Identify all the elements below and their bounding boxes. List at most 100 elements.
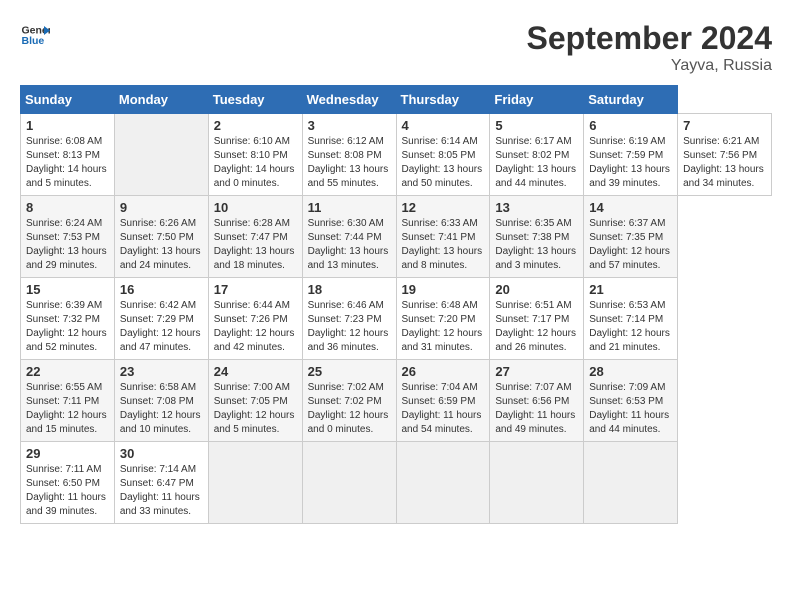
calendar-row: 1 Sunrise: 6:08 AMSunset: 8:13 PMDayligh… — [21, 114, 772, 196]
title-block: September 2024 Yayva, Russia — [527, 20, 772, 75]
day-number: 12 — [402, 200, 485, 215]
location: Yayva, Russia — [527, 57, 772, 75]
day-number: 16 — [120, 282, 203, 297]
col-sunday: Sunday — [21, 86, 115, 114]
table-row: 2 Sunrise: 6:10 AMSunset: 8:10 PMDayligh… — [208, 114, 302, 196]
col-thursday: Thursday — [396, 86, 490, 114]
day-detail: Sunrise: 6:21 AMSunset: 7:56 PMDaylight:… — [683, 135, 766, 191]
calendar-table: Sunday Monday Tuesday Wednesday Thursday… — [20, 85, 772, 524]
calendar-row: 22 Sunrise: 6:55 AMSunset: 7:11 PMDaylig… — [21, 360, 772, 442]
svg-text:Blue: Blue — [22, 35, 45, 47]
day-detail: Sunrise: 6:10 AMSunset: 8:10 PMDaylight:… — [214, 135, 297, 191]
day-number: 28 — [589, 364, 672, 379]
table-row — [208, 442, 302, 524]
day-number: 29 — [26, 446, 109, 461]
day-detail: Sunrise: 6:48 AMSunset: 7:20 PMDaylight:… — [402, 299, 485, 355]
day-detail: Sunrise: 6:44 AMSunset: 7:26 PMDaylight:… — [214, 299, 297, 355]
day-detail: Sunrise: 6:28 AMSunset: 7:47 PMDaylight:… — [214, 217, 297, 273]
table-row: 8 Sunrise: 6:24 AMSunset: 7:53 PMDayligh… — [21, 196, 115, 278]
calendar-row: 8 Sunrise: 6:24 AMSunset: 7:53 PMDayligh… — [21, 196, 772, 278]
logo: General Blue — [20, 20, 50, 50]
table-row: 27 Sunrise: 7:07 AMSunset: 6:56 PMDaylig… — [490, 360, 584, 442]
day-number: 9 — [120, 200, 203, 215]
table-row: 30 Sunrise: 7:14 AMSunset: 6:47 PMDaylig… — [114, 442, 208, 524]
day-detail: Sunrise: 6:35 AMSunset: 7:38 PMDaylight:… — [495, 217, 578, 273]
day-detail: Sunrise: 6:33 AMSunset: 7:41 PMDaylight:… — [402, 217, 485, 273]
table-row: 7 Sunrise: 6:21 AMSunset: 7:56 PMDayligh… — [678, 114, 772, 196]
day-number: 30 — [120, 446, 203, 461]
table-row — [302, 442, 396, 524]
day-number: 14 — [589, 200, 672, 215]
table-row: 26 Sunrise: 7:04 AMSunset: 6:59 PMDaylig… — [396, 360, 490, 442]
day-detail: Sunrise: 6:51 AMSunset: 7:17 PMDaylight:… — [495, 299, 578, 355]
day-number: 1 — [26, 118, 109, 133]
day-detail: Sunrise: 6:26 AMSunset: 7:50 PMDaylight:… — [120, 217, 203, 273]
table-row: 19 Sunrise: 6:48 AMSunset: 7:20 PMDaylig… — [396, 278, 490, 360]
table-row: 10 Sunrise: 6:28 AMSunset: 7:47 PMDaylig… — [208, 196, 302, 278]
col-saturday: Saturday — [584, 86, 678, 114]
day-detail: Sunrise: 6:08 AMSunset: 8:13 PMDaylight:… — [26, 135, 109, 191]
col-monday: Monday — [114, 86, 208, 114]
day-detail: Sunrise: 6:55 AMSunset: 7:11 PMDaylight:… — [26, 381, 109, 437]
table-row: 17 Sunrise: 6:44 AMSunset: 7:26 PMDaylig… — [208, 278, 302, 360]
table-row: 14 Sunrise: 6:37 AMSunset: 7:35 PMDaylig… — [584, 196, 678, 278]
day-detail: Sunrise: 6:24 AMSunset: 7:53 PMDaylight:… — [26, 217, 109, 273]
table-row: 1 Sunrise: 6:08 AMSunset: 8:13 PMDayligh… — [21, 114, 115, 196]
table-row: 3 Sunrise: 6:12 AMSunset: 8:08 PMDayligh… — [302, 114, 396, 196]
logo-icon: General Blue — [20, 20, 50, 50]
day-detail: Sunrise: 6:58 AMSunset: 7:08 PMDaylight:… — [120, 381, 203, 437]
day-number: 13 — [495, 200, 578, 215]
day-number: 4 — [402, 118, 485, 133]
day-number: 2 — [214, 118, 297, 133]
col-wednesday: Wednesday — [302, 86, 396, 114]
table-row: 21 Sunrise: 6:53 AMSunset: 7:14 PMDaylig… — [584, 278, 678, 360]
table-row — [114, 114, 208, 196]
day-detail: Sunrise: 6:14 AMSunset: 8:05 PMDaylight:… — [402, 135, 485, 191]
day-detail: Sunrise: 6:19 AMSunset: 7:59 PMDaylight:… — [589, 135, 672, 191]
day-number: 19 — [402, 282, 485, 297]
table-row: 28 Sunrise: 7:09 AMSunset: 6:53 PMDaylig… — [584, 360, 678, 442]
day-number: 11 — [308, 200, 391, 215]
table-row: 15 Sunrise: 6:39 AMSunset: 7:32 PMDaylig… — [21, 278, 115, 360]
col-tuesday: Tuesday — [208, 86, 302, 114]
day-detail: Sunrise: 6:37 AMSunset: 7:35 PMDaylight:… — [589, 217, 672, 273]
table-row: 11 Sunrise: 6:30 AMSunset: 7:44 PMDaylig… — [302, 196, 396, 278]
day-detail: Sunrise: 6:12 AMSunset: 8:08 PMDaylight:… — [308, 135, 391, 191]
day-detail: Sunrise: 7:11 AMSunset: 6:50 PMDaylight:… — [26, 463, 109, 519]
page-header: General Blue September 2024 Yayva, Russi… — [20, 20, 772, 75]
day-detail: Sunrise: 7:14 AMSunset: 6:47 PMDaylight:… — [120, 463, 203, 519]
month-title: September 2024 — [527, 20, 772, 57]
day-detail: Sunrise: 6:46 AMSunset: 7:23 PMDaylight:… — [308, 299, 391, 355]
table-row: 4 Sunrise: 6:14 AMSunset: 8:05 PMDayligh… — [396, 114, 490, 196]
calendar-row: 29 Sunrise: 7:11 AMSunset: 6:50 PMDaylig… — [21, 442, 772, 524]
day-detail: Sunrise: 6:53 AMSunset: 7:14 PMDaylight:… — [589, 299, 672, 355]
col-friday: Friday — [490, 86, 584, 114]
table-row — [490, 442, 584, 524]
day-detail: Sunrise: 6:42 AMSunset: 7:29 PMDaylight:… — [120, 299, 203, 355]
day-detail: Sunrise: 6:30 AMSunset: 7:44 PMDaylight:… — [308, 217, 391, 273]
day-number: 8 — [26, 200, 109, 215]
day-number: 20 — [495, 282, 578, 297]
day-number: 22 — [26, 364, 109, 379]
calendar-row: 15 Sunrise: 6:39 AMSunset: 7:32 PMDaylig… — [21, 278, 772, 360]
day-detail: Sunrise: 7:09 AMSunset: 6:53 PMDaylight:… — [589, 381, 672, 437]
table-row: 20 Sunrise: 6:51 AMSunset: 7:17 PMDaylig… — [490, 278, 584, 360]
day-detail: Sunrise: 7:00 AMSunset: 7:05 PMDaylight:… — [214, 381, 297, 437]
table-row: 23 Sunrise: 6:58 AMSunset: 7:08 PMDaylig… — [114, 360, 208, 442]
table-row: 5 Sunrise: 6:17 AMSunset: 8:02 PMDayligh… — [490, 114, 584, 196]
table-row — [396, 442, 490, 524]
day-detail: Sunrise: 7:04 AMSunset: 6:59 PMDaylight:… — [402, 381, 485, 437]
table-row: 29 Sunrise: 7:11 AMSunset: 6:50 PMDaylig… — [21, 442, 115, 524]
day-number: 24 — [214, 364, 297, 379]
day-number: 6 — [589, 118, 672, 133]
header-row: Sunday Monday Tuesday Wednesday Thursday… — [21, 86, 772, 114]
day-number: 3 — [308, 118, 391, 133]
table-row: 18 Sunrise: 6:46 AMSunset: 7:23 PMDaylig… — [302, 278, 396, 360]
day-number: 10 — [214, 200, 297, 215]
day-number: 17 — [214, 282, 297, 297]
table-row: 24 Sunrise: 7:00 AMSunset: 7:05 PMDaylig… — [208, 360, 302, 442]
day-detail: Sunrise: 7:02 AMSunset: 7:02 PMDaylight:… — [308, 381, 391, 437]
table-row: 22 Sunrise: 6:55 AMSunset: 7:11 PMDaylig… — [21, 360, 115, 442]
table-row: 16 Sunrise: 6:42 AMSunset: 7:29 PMDaylig… — [114, 278, 208, 360]
table-row: 9 Sunrise: 6:26 AMSunset: 7:50 PMDayligh… — [114, 196, 208, 278]
